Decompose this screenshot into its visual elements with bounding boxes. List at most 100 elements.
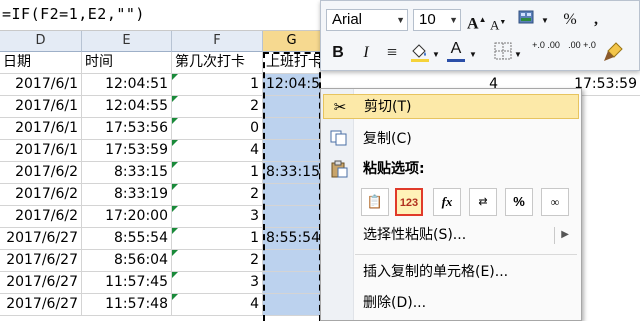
menu-item-delete[interactable]: 删除(D)... (323, 291, 579, 316)
cell-date[interactable]: 2017/6/1 (0, 74, 82, 96)
format-painter-style-icon[interactable] (517, 9, 539, 33)
cell-time[interactable]: 8:56:04 (82, 250, 172, 272)
paste-icon[interactable]: 📋 (361, 188, 389, 216)
cell-time[interactable]: 8:55:54 (82, 228, 172, 250)
chevron-down-icon[interactable]: ▼ (541, 11, 549, 31)
cell-clock-in[interactable]: 8:55:54 (263, 228, 321, 250)
cell-date[interactable]: 2017/6/27 (0, 250, 82, 272)
error-indicator-icon (172, 206, 178, 212)
column-header-f[interactable]: F (172, 31, 263, 52)
transpose-icon[interactable]: ⇄ (469, 188, 497, 216)
cell-date[interactable]: 2017/6/2 (0, 184, 82, 206)
fill-color-icon[interactable] (409, 41, 431, 69)
cell-punch-count[interactable]: 2 (172, 250, 263, 272)
grow-font-icon[interactable]: A▲ (467, 10, 486, 34)
error-indicator-icon (172, 74, 178, 80)
cell-date[interactable]: 2017/6/27 (0, 272, 82, 294)
cell-date[interactable]: 2017/6/27 (0, 228, 82, 250)
cell-time[interactable]: 12:04:51 (82, 74, 172, 96)
cell-date[interactable]: 2017/6/2 (0, 206, 82, 228)
shrink-font-icon[interactable]: A▼ (490, 12, 506, 35)
menu-item-copy-label: 复制(C) (363, 131, 412, 147)
cell-date[interactable]: 2017/6/1 (0, 96, 82, 118)
paste-link-icon[interactable]: ∞ (541, 188, 569, 216)
cell-clock-in[interactable] (263, 206, 321, 228)
cell-clock-in[interactable]: 8:33:15 (263, 162, 321, 184)
cell-time[interactable]: 8:33:15 (82, 162, 172, 184)
center-align-button[interactable]: ≡ (381, 42, 403, 62)
header-cell-date[interactable]: 日期 (0, 52, 82, 74)
percent-style-button[interactable]: % (561, 10, 579, 30)
error-indicator-icon (172, 118, 178, 124)
italic-button[interactable]: I (357, 43, 375, 63)
font-size-box[interactable]: 10 ▼ (413, 9, 461, 31)
mini-toolbar: Arial ▼ 10 ▼ A▲ A▼ ▼ % , B I ≡ ▼ A ▼ ▼ +… (320, 0, 640, 71)
menu-separator (355, 254, 577, 255)
column-header-e[interactable]: E (82, 31, 172, 52)
copy-icon (329, 130, 349, 148)
cell-clock-in[interactable] (263, 272, 321, 294)
header-cell-time[interactable]: 时间 (82, 52, 172, 74)
formula-text[interactable]: =IF(F2=1,E2,"") (2, 5, 145, 23)
cell-punch-count[interactable]: 3 (172, 206, 263, 228)
menu-header-paste-options: 粘贴选项: (323, 157, 579, 182)
paste-values-icon[interactable]: 123 (395, 188, 423, 216)
cell-punch-count[interactable]: 1 (172, 162, 263, 184)
cell-clock-in[interactable] (263, 96, 321, 118)
cell-date[interactable]: 2017/6/2 (0, 162, 82, 184)
header-cell-punch-count[interactable]: 第几次打卡 (172, 52, 263, 74)
cell-punch-count[interactable]: 2 (172, 184, 263, 206)
chevron-down-icon[interactable]: ▼ (449, 10, 458, 30)
column-header-g[interactable]: G (263, 31, 321, 52)
chevron-down-icon[interactable]: ▼ (396, 10, 405, 30)
cell-punch-count[interactable]: 0 (172, 118, 263, 140)
paste-formulas-icon[interactable]: fx (433, 188, 461, 216)
cell-clock-in[interactable]: 12:04:51 (263, 74, 321, 96)
cell-punch-count[interactable]: 4 (172, 294, 263, 316)
menu-item-paste-special[interactable]: 选择性粘贴(S)... ▶ (323, 223, 579, 248)
cell-time[interactable]: 8:33:19 (82, 184, 172, 206)
menu-item-cut[interactable]: ✂ 剪切(T) (323, 94, 579, 119)
cell-time[interactable]: 11:57:48 (82, 294, 172, 316)
chevron-down-icon[interactable]: ▼ (432, 45, 440, 65)
font-color-icon[interactable]: A (447, 39, 465, 62)
decrease-decimal-button[interactable]: .00 +.0 (567, 39, 597, 51)
cell-clock-in[interactable] (263, 140, 321, 162)
cell-clock-in[interactable] (263, 118, 321, 140)
cell-date[interactable]: 2017/6/27 (0, 294, 82, 316)
cell-time[interactable]: 17:53:59 (82, 140, 172, 162)
cell-clock-in[interactable] (263, 184, 321, 206)
menu-item-copy[interactable]: 复制(C) (323, 127, 579, 152)
comma-style-button[interactable]: , (589, 10, 603, 30)
cell-punch-count[interactable]: 1 (172, 74, 263, 96)
chevron-down-icon[interactable]: ▼ (469, 45, 477, 65)
cell-time[interactable]: 12:04:55 (82, 96, 172, 118)
header-cell-clock-in[interactable]: 上班打卡 (263, 52, 321, 74)
cell-date[interactable]: 2017/6/1 (0, 118, 82, 140)
paste-special-label: 选择性粘贴(S)... (363, 227, 467, 243)
increase-decimal-button[interactable]: +.0 .00 (531, 39, 561, 51)
cell-date[interactable]: 2017/6/1 (0, 140, 82, 162)
font-name-value: Arial (332, 11, 363, 28)
cell-time[interactable]: 17:20:00 (82, 206, 172, 228)
chevron-right-icon[interactable]: ▶ (561, 223, 569, 247)
font-name-box[interactable]: Arial ▼ (326, 9, 408, 31)
column-header-d[interactable]: D (0, 31, 82, 52)
borders-icon[interactable] (493, 42, 513, 66)
format-painter-icon[interactable] (601, 41, 625, 69)
cell-punch-count[interactable]: 4 (172, 140, 263, 162)
paste-formatting-icon[interactable]: % (505, 188, 533, 216)
chevron-down-icon[interactable]: ▼ (514, 45, 522, 65)
cell-clock-in[interactable] (263, 294, 321, 316)
cell-time[interactable]: 17:53:56 (82, 118, 172, 140)
menu-item-insert-copied-cells[interactable]: 插入复制的单元格(E)... (323, 260, 579, 285)
cell-clock-in[interactable] (263, 250, 321, 272)
scissors-icon: ✂ (333, 98, 347, 116)
cell-punch-count[interactable]: 3 (172, 272, 263, 294)
bold-button[interactable]: B (329, 43, 347, 63)
cell-punch-count[interactable]: 2 (172, 96, 263, 118)
cell-time[interactable]: 11:57:45 (82, 272, 172, 294)
error-indicator-icon (172, 294, 178, 300)
error-indicator-icon (172, 250, 178, 256)
cell-punch-count[interactable]: 1 (172, 228, 263, 250)
